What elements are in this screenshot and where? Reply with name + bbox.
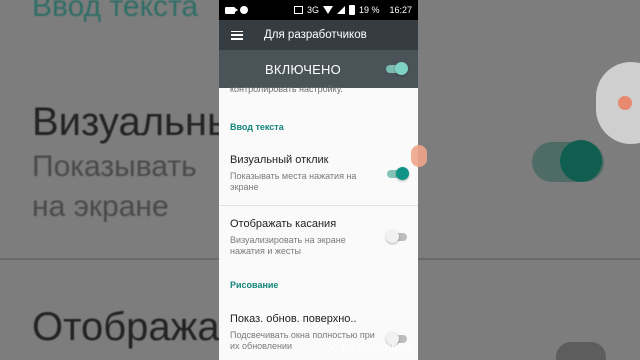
bg-title2-text: Отображат bbox=[32, 305, 238, 349]
visual-feedback-toggle[interactable] bbox=[387, 167, 409, 180]
category-input-header: Ввод текста bbox=[230, 122, 284, 132]
status-bar: 3G 19 % 16:27 bbox=[219, 0, 418, 20]
master-switch-bar[interactable]: ВКЛЮЧЕНО bbox=[219, 50, 418, 88]
bg-subtitle-line1: Показывать bbox=[32, 150, 197, 183]
bg-lower-toggle bbox=[556, 342, 606, 360]
page-title: Для разработчиков bbox=[264, 29, 367, 41]
master-switch-toggle[interactable] bbox=[386, 62, 408, 75]
bg-toggle-knob bbox=[560, 140, 602, 182]
signal-icon bbox=[336, 6, 345, 14]
list-item-title: Показ. обнов. поверхно.. bbox=[230, 313, 357, 325]
category-drawing-header: Рисование bbox=[230, 280, 279, 290]
bg-subtitle-line2: на экране bbox=[32, 190, 169, 223]
screen-recording-frame: Ввод текста Визуальный Показывать на экр… bbox=[0, 0, 640, 360]
divider bbox=[219, 205, 418, 206]
watermark-text: DU RECORDER bbox=[341, 343, 412, 353]
battery-icon bbox=[348, 5, 355, 15]
show-touches-toggle[interactable] bbox=[386, 230, 409, 243]
screen-icon bbox=[293, 6, 303, 14]
list-item-title: Визуальный отклик bbox=[230, 154, 329, 166]
recorder-logo-icon bbox=[327, 343, 337, 353]
clock: 16:27 bbox=[389, 5, 412, 15]
network-type: 3G bbox=[306, 5, 319, 15]
record-dot-icon bbox=[240, 6, 248, 14]
list-item-subtitle: Показывать места нажатия на экране bbox=[230, 171, 357, 192]
list-item-subtitle: Визуализировать на экране нажатия и жест… bbox=[230, 235, 346, 256]
bg-category-text: Ввод текста bbox=[32, 0, 199, 23]
phone-screen: 3G 19 % 16:27 Для разработчиков ВКЛЮЧЕНО… bbox=[219, 0, 418, 360]
touch-indicator bbox=[411, 145, 427, 167]
bg-touch-dot bbox=[618, 96, 632, 110]
recorder-watermark: DU RECORDER bbox=[327, 343, 411, 353]
battery-percent: 19 % bbox=[358, 5, 380, 15]
app-toolbar: Для разработчиков bbox=[219, 20, 418, 50]
wifi-icon bbox=[322, 6, 333, 14]
list-item-title: Отображать касания bbox=[230, 218, 337, 230]
cut-off-text: контролировать настройку. bbox=[230, 84, 343, 94]
master-switch-label: ВКЛЮЧЕНО bbox=[265, 61, 341, 77]
video-camera-icon bbox=[225, 6, 238, 14]
menu-icon[interactable] bbox=[231, 30, 243, 40]
